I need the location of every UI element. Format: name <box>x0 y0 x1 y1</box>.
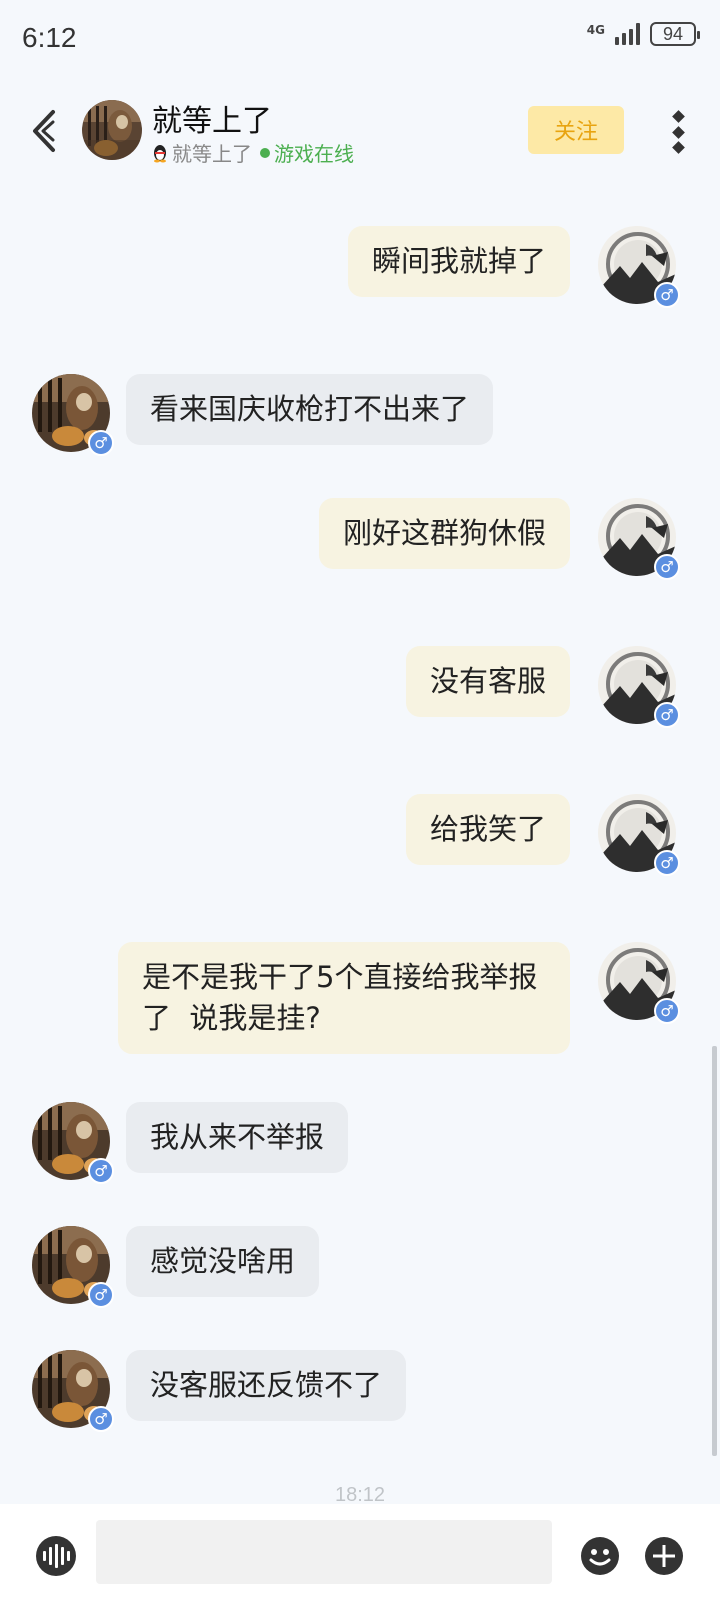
status-time: 6:12 <box>22 22 77 53</box>
contact-status-line: 就等上了 游戏在线 <box>152 138 354 167</box>
network-type: 4G <box>586 23 605 37</box>
my-avatar[interactable]: ♂ <box>598 942 680 1024</box>
message-bubble-received[interactable]: 感觉没啥用 <box>126 1226 320 1297</box>
my-avatar[interactable]: ♂ <box>598 498 680 580</box>
male-gender-icon: ♂ <box>654 702 680 728</box>
chat-scrollbar[interactable] <box>712 1046 717 1456</box>
follow-button[interactable]: 关注 <box>528 106 624 154</box>
battery-icon: 94 <box>650 22 700 46</box>
my-avatar[interactable]: ♂ <box>598 646 680 728</box>
more-dot-icon <box>671 141 685 154</box>
more-dot-icon <box>671 110 685 123</box>
add-more-button[interactable] <box>644 1536 684 1576</box>
status-indicators: 4G 94 <box>586 22 700 46</box>
more-dot-icon <box>671 125 685 139</box>
input-bar <box>0 1504 720 1600</box>
male-gender-icon: ♂ <box>88 1158 114 1184</box>
qq-penguin-icon <box>154 144 166 162</box>
contact-message-avatar[interactable]: ♂ <box>32 1350 114 1432</box>
male-gender-icon: ♂ <box>654 998 680 1024</box>
message-bubble-received[interactable]: 我从来不举报 <box>126 1102 349 1173</box>
male-gender-icon: ♂ <box>654 850 680 876</box>
message-bubble-sent[interactable]: 刚好这群狗休假 <box>318 498 570 569</box>
my-avatar[interactable]: ♂ <box>598 794 680 876</box>
emoji-button[interactable] <box>580 1536 620 1576</box>
contact-message-avatar[interactable]: ♂ <box>32 1102 114 1184</box>
message-input[interactable] <box>96 1520 552 1584</box>
message-bubble-received[interactable]: 看来国庆收枪打不出来了 <box>126 374 494 445</box>
contact-name: 就等上了 <box>152 104 272 139</box>
contact-message-avatar[interactable]: ♂ <box>32 374 114 456</box>
back-arrow-icon <box>33 110 55 152</box>
contact-message-avatar[interactable]: ♂ <box>32 1226 114 1308</box>
message-bubble-sent[interactable]: 瞬间我就掉了 <box>347 226 570 297</box>
chat-screen: 6:12 4G 94 就等上了 就等上了 游戏在线 关注 瞬间我就掉了 ♂ ♂ … <box>0 0 720 1600</box>
male-gender-icon: ♂ <box>654 282 680 308</box>
signal-icon <box>615 23 640 45</box>
message-bubble-received[interactable]: 没客服还反馈不了 <box>126 1350 407 1421</box>
battery-level: 94 <box>662 23 684 44</box>
contact-avatar[interactable] <box>82 100 142 160</box>
chat-header: 就等上了 就等上了 游戏在线 关注 <box>0 88 720 178</box>
male-gender-icon: ♂ <box>88 1406 114 1432</box>
message-bubble-sent[interactable]: 是不是我干了5个直接给我举报了 说我是挂? <box>118 942 570 1054</box>
more-options-button[interactable] <box>668 108 688 156</box>
back-button[interactable] <box>24 106 64 156</box>
online-dot-icon <box>260 147 270 158</box>
male-gender-icon: ♂ <box>654 554 680 580</box>
contact-avatar-image <box>82 100 142 160</box>
my-avatar[interactable]: ♂ <box>598 226 680 308</box>
message-bubble-sent[interactable]: 没有客服 <box>405 646 570 717</box>
message-bubble-sent[interactable]: 给我笑了 <box>405 794 570 865</box>
status-bar: 6:12 4G 94 <box>0 0 720 80</box>
online-status: 游戏在线 <box>274 142 354 166</box>
male-gender-icon: ♂ <box>88 430 114 456</box>
contact-sub-name: 就等上了 <box>172 142 252 166</box>
voice-input-button[interactable] <box>36 1536 76 1576</box>
male-gender-icon: ♂ <box>88 1282 114 1308</box>
